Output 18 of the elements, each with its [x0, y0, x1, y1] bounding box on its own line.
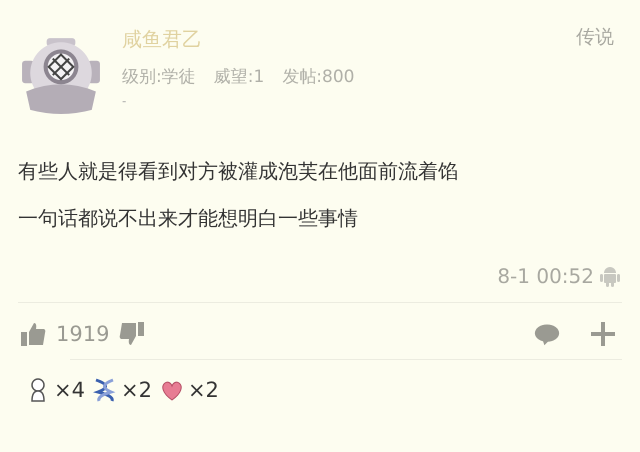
- android-icon: [600, 265, 620, 287]
- user-stat: 级别:学徒: [122, 66, 196, 88]
- user-rank: 传说: [576, 25, 614, 50]
- post-text: 有些人就是得看到对方被灌成泡芙在他面前流着馅: [18, 158, 459, 185]
- like-count: 1919: [56, 322, 110, 346]
- signature: -: [122, 94, 128, 108]
- dna-sticker-icon: [92, 378, 117, 402]
- user-stat: 威望:1: [214, 66, 264, 88]
- post-time: 8-1 00:52: [497, 264, 594, 288]
- reaction-count: ×4: [54, 378, 85, 402]
- thumbs-up-icon[interactable]: [20, 321, 46, 347]
- plus-icon[interactable]: [590, 321, 616, 347]
- reaction-count: ×2: [188, 378, 219, 402]
- username[interactable]: 咸鱼君乙: [122, 26, 576, 53]
- thumbs-down-icon[interactable]: [119, 321, 146, 347]
- post-text: 一句话都说不出来才能想明白一些事情: [18, 205, 359, 232]
- reaction-count: ×2: [120, 378, 152, 402]
- user-stat: 发帖:800: [282, 66, 354, 88]
